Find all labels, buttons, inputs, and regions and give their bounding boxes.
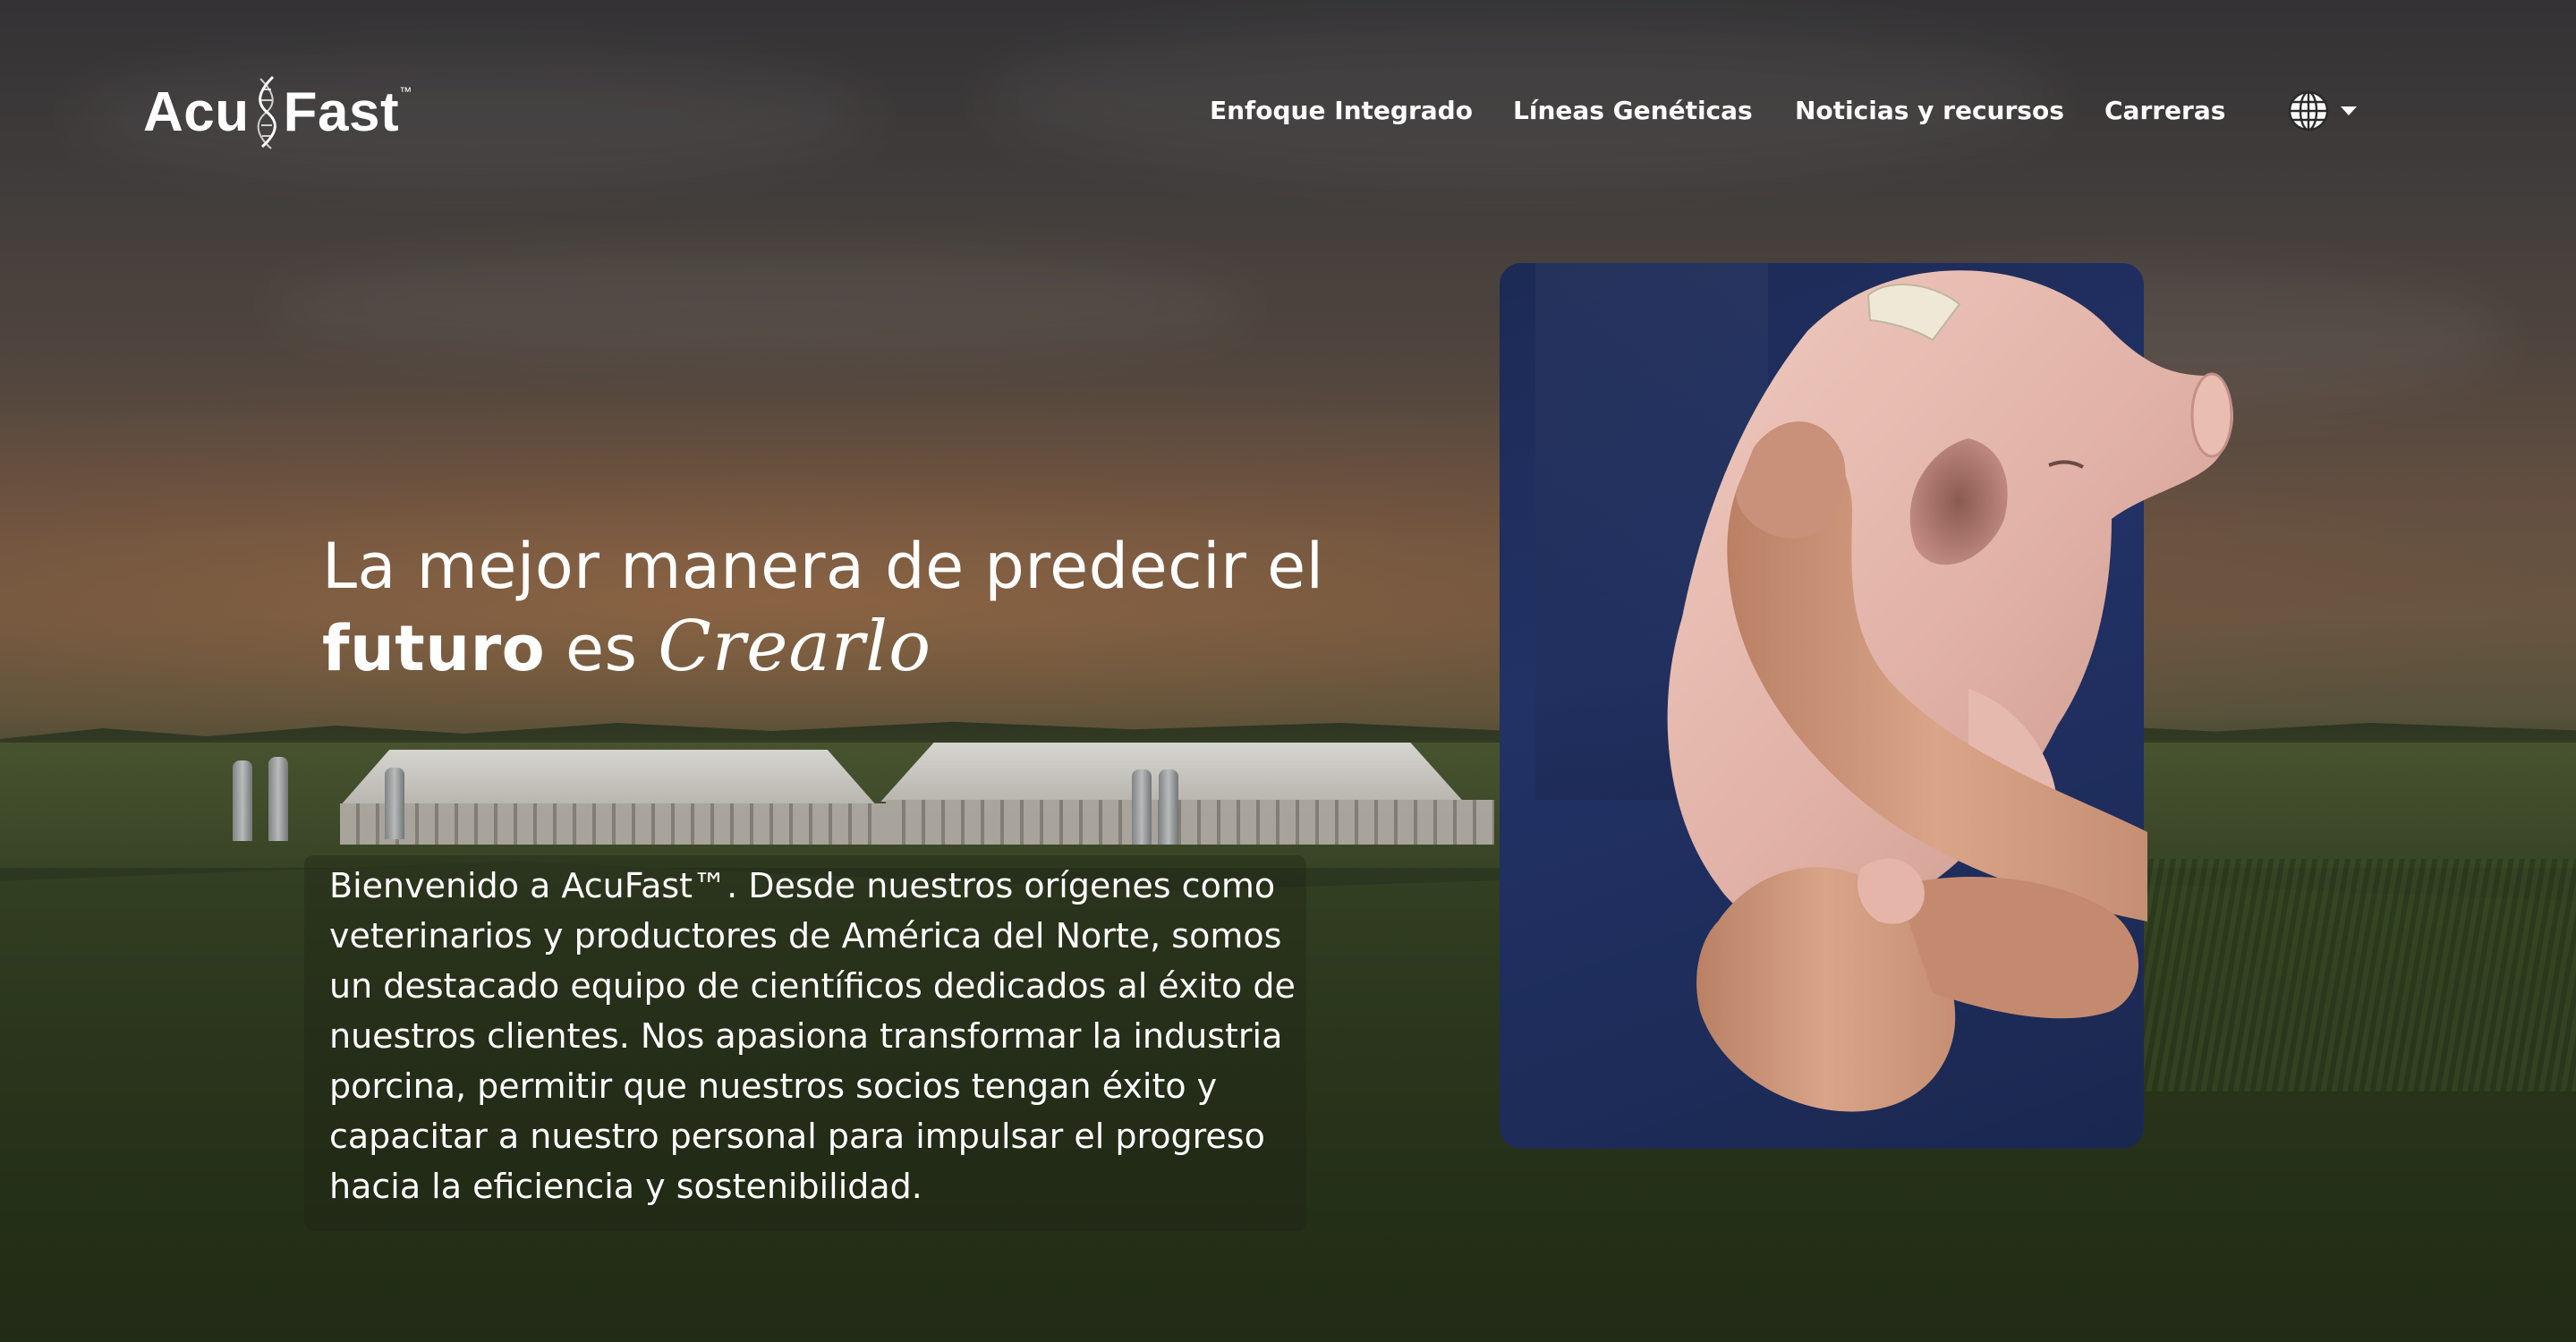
globe-icon [2288,90,2329,132]
site-header: Acu Fast ™ Enfoque Integrado Líneas Gené… [0,0,2576,215]
hero-title-mid: es [545,612,659,685]
nav-item-lineas-geneticas[interactable]: Líneas Genéticas [1513,86,1753,136]
homepage: Acu Fast ™ Enfoque Integrado Líneas Gené… [0,0,2576,1342]
hero-title-script: Crearlo [658,607,932,687]
piglet-in-arms-image [1667,270,2234,1112]
nav-item-carreras[interactable]: Carreras [2104,86,2225,136]
chevron-down-icon [2341,106,2357,115]
piglet-snout [2190,372,2233,458]
language-selector[interactable] [2287,86,2357,136]
nav-item-enfoque-integrado[interactable]: Enfoque Integrado [1210,86,1473,136]
hero-title-line1: La mejor manera de predecir el [322,530,1324,603]
nav-item-noticias-recursos[interactable]: Noticias y recursos [1795,86,2064,136]
main-nav: Enfoque Integrado Líneas Genéticas Notic… [0,86,2576,140]
intro-paragraph: Bienvenido a AcuFast™. Desde nuestros or… [329,866,1296,1206]
hero-title: La mejor manera de predecir el futuro es… [322,526,1396,689]
hero-title-bold: futuro [322,612,546,685]
